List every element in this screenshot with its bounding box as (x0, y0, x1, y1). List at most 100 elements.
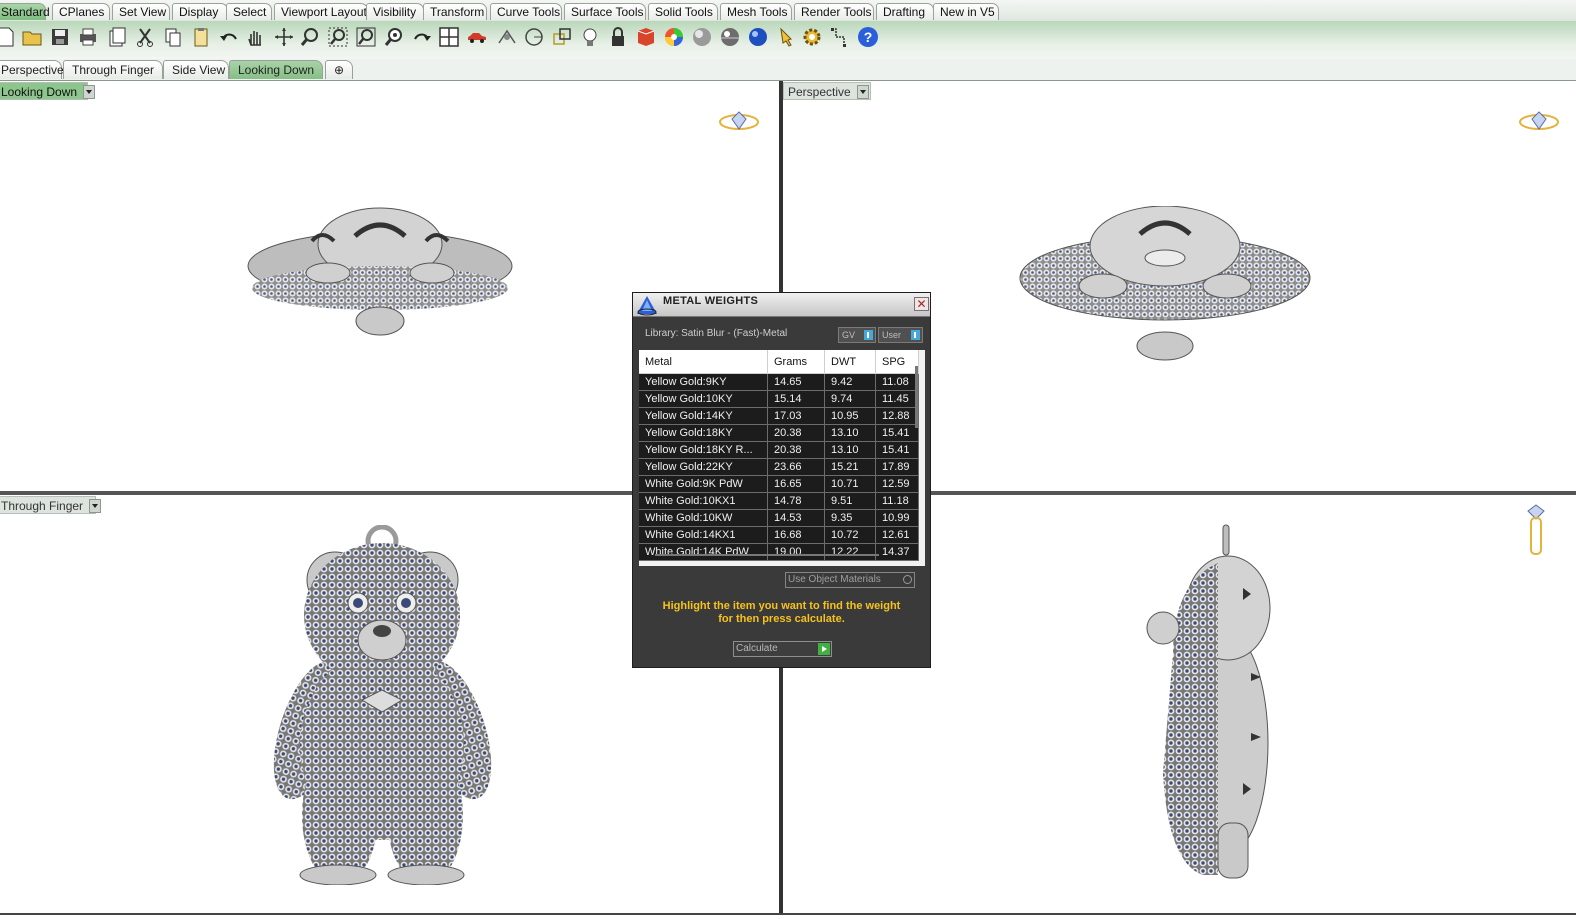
color-wheel-icon[interactable] (662, 25, 686, 49)
cell-grams: 19.00 (767, 543, 825, 561)
zoom-window-icon[interactable] (326, 25, 350, 49)
tab-curve-tools[interactable]: Curve Tools (490, 3, 562, 20)
cut-icon[interactable] (133, 25, 157, 49)
cell-dwt: 10.72 (824, 526, 876, 544)
tab-transform[interactable]: Transform (423, 3, 487, 20)
tab-select[interactable]: Select (226, 3, 272, 20)
table-row[interactable]: White Gold:10KW 14.53 9.35 10.99 (639, 509, 919, 527)
column-header-spg[interactable]: SPG (875, 350, 919, 374)
bounding-box-icon[interactable] (550, 25, 574, 49)
paste-icon[interactable] (189, 25, 213, 49)
table-header-row: Metal Grams DWT SPG (639, 350, 919, 374)
svg-text:?: ? (864, 29, 873, 45)
zoom-extents-icon[interactable] (354, 25, 378, 49)
table-row[interactable]: Yellow Gold:18KY R... 20.38 13.10 15.41 (639, 441, 919, 459)
materials-icon[interactable] (634, 25, 658, 49)
tab-set-view[interactable]: Set View (112, 3, 170, 20)
tab-standard[interactable]: Standard (0, 3, 50, 20)
horizontal-scrollbar[interactable] (655, 554, 879, 556)
curve-tools-icon[interactable] (828, 25, 852, 49)
four-viewports-icon[interactable] (437, 25, 461, 49)
render-icon[interactable] (746, 25, 770, 49)
tab-render-tools[interactable]: Render Tools (794, 3, 874, 20)
rotate-view-icon[interactable] (272, 25, 296, 49)
gv-toggle[interactable]: GV (838, 327, 876, 343)
table-row[interactable]: Yellow Gold:10KY 15.14 9.74 11.45 (639, 390, 919, 408)
zoom-icon[interactable] (298, 25, 322, 49)
vptab-side-view[interactable]: Side View (163, 60, 229, 79)
open-icon[interactable] (20, 25, 44, 49)
ring-gem-icon (1519, 111, 1559, 130)
close-button[interactable]: ✕ (914, 297, 929, 311)
vptab-perspective[interactable]: Perspective (0, 60, 64, 79)
import-icon[interactable] (105, 25, 129, 49)
car-icon[interactable] (465, 25, 489, 49)
add-viewport-tab-button[interactable]: ⊕ (325, 60, 353, 79)
shaded-sphere-icon[interactable] (690, 25, 714, 49)
cell-spg: 17.89 (875, 458, 919, 476)
table-row[interactable]: Yellow Gold:9KY 14.65 9.42 11.08 (639, 373, 919, 391)
table-row[interactable]: Yellow Gold:14KY 17.03 10.95 12.88 (639, 407, 919, 425)
print-icon[interactable] (76, 25, 100, 49)
cell-metal: Yellow Gold:9KY (639, 373, 768, 391)
light-bulb-icon[interactable] (578, 25, 602, 49)
save-icon[interactable] (48, 25, 72, 49)
use-object-materials-option[interactable]: Use Object Materials (785, 572, 915, 588)
table-row[interactable]: White Gold:14KX1 16.68 10.72 12.61 (639, 526, 919, 544)
tab-new-in-v5[interactable]: New in V5 (933, 3, 999, 20)
dropdown-arrow-icon[interactable] (856, 84, 869, 99)
tab-cplanes[interactable]: CPlanes (52, 3, 110, 20)
metal-weights-table[interactable]: Metal Grams DWT SPG Yellow Gold:9KY 14.65… (639, 350, 925, 566)
tab-visibility[interactable]: Visibility (366, 3, 424, 20)
vertical-scrollbar[interactable] (915, 366, 918, 428)
tab-viewport-layout[interactable]: Viewport Layout (274, 3, 368, 20)
tab-surface-tools[interactable]: Surface Tools (564, 3, 646, 20)
dropdown-arrow-icon[interactable] (89, 498, 102, 513)
viewport-label[interactable]: Through Finger (0, 496, 102, 514)
vptab-looking-down[interactable]: Looking Down (229, 60, 323, 79)
calculate-button[interactable]: Calculate (733, 641, 832, 657)
cell-spg: 11.45 (875, 390, 919, 408)
vptab-through-finger[interactable]: Through Finger (63, 60, 163, 79)
instruction-text: Highlight the item you want to find the … (633, 600, 930, 626)
lock-icon[interactable] (606, 25, 630, 49)
table-row[interactable]: Yellow Gold:22KY 23.66 15.21 17.89 (639, 458, 919, 476)
dropdown-arrow-icon[interactable] (83, 84, 96, 99)
column-header-grams[interactable]: Grams (767, 350, 825, 374)
table-row[interactable]: White Gold:14K PdW 19.00 12.22 14.37 (639, 543, 919, 561)
help-icon[interactable]: ? (856, 25, 880, 49)
bear-pendant-top-view (247, 207, 513, 336)
gear-icon[interactable] (800, 25, 824, 49)
pan-hand-icon[interactable] (243, 25, 267, 49)
rendered-sphere-icon[interactable] (718, 25, 742, 49)
cell-dwt: 9.42 (824, 373, 876, 391)
user-toggle[interactable]: User (878, 327, 923, 343)
play-arrow-icon (818, 643, 830, 655)
column-header-dwt[interactable]: DWT (824, 350, 876, 374)
tab-drafting[interactable]: Drafting (876, 3, 934, 20)
tab-display[interactable]: Display (172, 3, 228, 20)
cell-grams: 16.68 (767, 526, 825, 544)
cell-metal: Yellow Gold:18KY (639, 424, 768, 442)
viewport-label[interactable]: Looking Down (0, 82, 96, 100)
cell-dwt: 9.51 (824, 492, 876, 510)
column-header-metal[interactable]: Metal (639, 350, 768, 374)
table-row[interactable]: White Gold:9K PdW 16.65 10.71 12.59 (639, 475, 919, 493)
toggle-info-icon (911, 330, 920, 340)
dialog-titlebar[interactable]: METAL WEIGHTS ✕ (633, 293, 930, 317)
table-row[interactable]: Yellow Gold:18KY 20.38 13.10 15.41 (639, 424, 919, 442)
zoom-selected-icon[interactable] (382, 25, 406, 49)
circle-icon[interactable] (522, 25, 546, 49)
properties-icon[interactable] (776, 25, 800, 49)
redo-view-icon[interactable] (410, 25, 434, 49)
undo-icon[interactable] (217, 25, 241, 49)
calculate-label: Calculate (736, 643, 778, 654)
viewport-label-text: Through Finger (1, 499, 84, 513)
tab-mesh-tools[interactable]: Mesh Tools (720, 3, 792, 20)
table-row[interactable]: White Gold:10KX1 14.78 9.51 11.18 (639, 492, 919, 510)
tab-solid-tools[interactable]: Solid Tools (648, 3, 718, 20)
copy-icon[interactable] (161, 25, 185, 49)
viewport-label[interactable]: Perspective (783, 82, 871, 100)
new-icon[interactable] (0, 25, 18, 49)
object-snap-icon[interactable] (495, 25, 519, 49)
